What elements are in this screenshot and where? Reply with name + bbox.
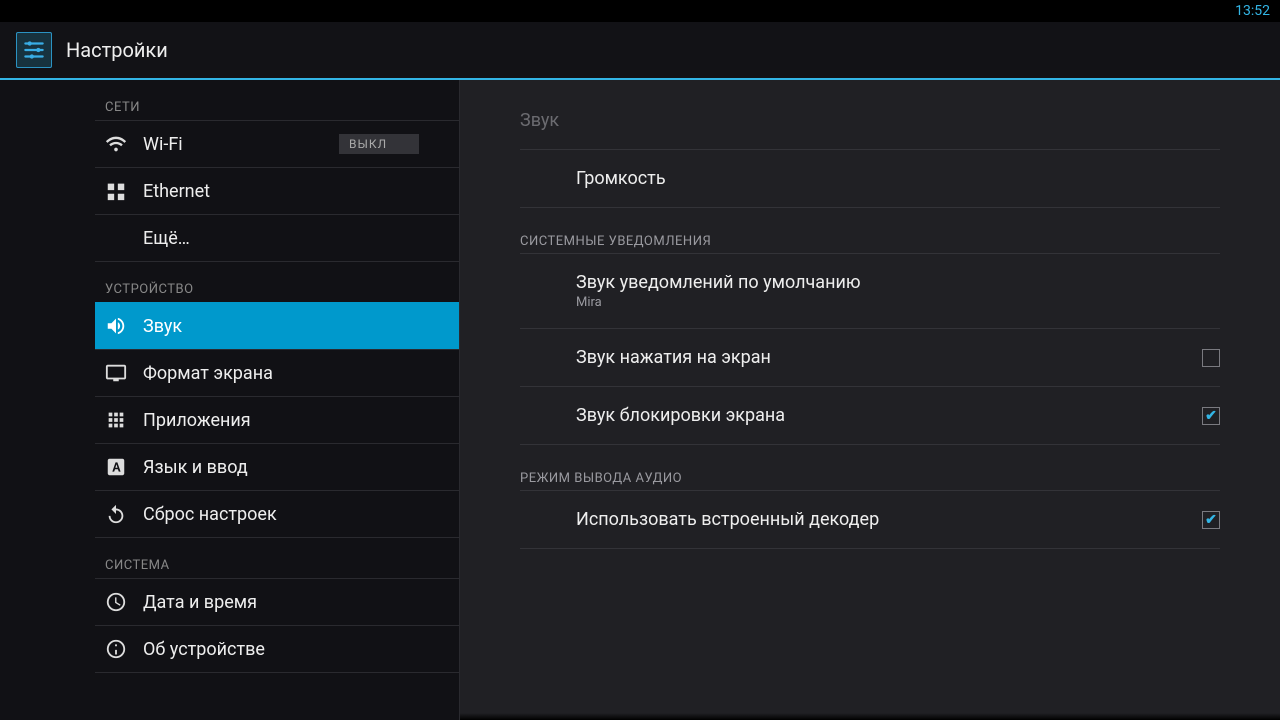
sidebar-item-label: Формат экрана: [143, 363, 459, 384]
row-notification-sound[interactable]: Звук уведомлений по умолчанию Mira: [520, 254, 1220, 329]
sidebar-item-about[interactable]: Об устройстве: [95, 625, 459, 673]
sidebar-item-wifi[interactable]: Wi-Fi ВЫКЛ: [95, 120, 459, 168]
row-builtin-decoder[interactable]: Использовать встроенный декодер: [520, 491, 1220, 549]
sidebar-item-label: Дата и время: [143, 592, 459, 613]
sidebar-item-reset[interactable]: Сброс настроек: [95, 490, 459, 538]
sidebar-item-label: Приложения: [143, 410, 459, 431]
sidebar-item-label: Ethernet: [143, 181, 459, 202]
apps-icon: [105, 409, 127, 431]
clock-icon: [105, 591, 127, 613]
info-icon: [105, 638, 127, 660]
clock: 13:52: [1235, 3, 1270, 19]
sidebar-category-networks: СЕТИ: [95, 80, 459, 121]
sidebar-item-label: Язык и ввод: [143, 457, 459, 478]
section-audio-output: РЕЖИМ ВЫВОДА АУДИО: [520, 445, 1220, 491]
sidebar-item-label: Об устройстве: [143, 639, 459, 660]
row-label: Звук блокировки экрана: [576, 405, 1202, 426]
checkbox-lock-sounds[interactable]: [1202, 407, 1220, 425]
content-title: Звук: [520, 110, 1220, 150]
row-sublabel: Mira: [576, 295, 1220, 310]
sidebar-item-more[interactable]: Ещё…: [95, 214, 459, 262]
status-bar: 13:52: [0, 0, 1280, 22]
sidebar: СЕТИ Wi-Fi ВЫКЛ Ethernet Ещё… УСТРОЙСТВО: [0, 80, 460, 720]
sidebar-item-label: Сброс настроек: [143, 504, 459, 525]
ethernet-icon: [105, 180, 127, 202]
checkbox-touch-sounds[interactable]: [1202, 349, 1220, 367]
language-icon: [105, 456, 127, 478]
settings-icon: [16, 32, 52, 68]
wifi-icon: [105, 133, 127, 155]
reset-icon: [105, 503, 127, 525]
row-label: Громкость: [576, 168, 1220, 189]
row-label: Звук уведомлений по умолчанию: [576, 272, 1220, 293]
sidebar-item-label: Звук: [143, 316, 459, 337]
sidebar-item-sound[interactable]: Звук: [95, 302, 459, 350]
wifi-toggle-off[interactable]: ВЫКЛ: [339, 134, 419, 154]
sidebar-category-system: СИСТЕМА: [95, 538, 459, 579]
row-touch-sounds[interactable]: Звук нажатия на экран: [520, 329, 1220, 387]
sidebar-item-apps[interactable]: Приложения: [95, 396, 459, 444]
sidebar-category-device: УСТРОЙСТВО: [95, 262, 459, 303]
row-label: Звук нажатия на экран: [576, 347, 1202, 368]
sidebar-item-display[interactable]: Формат экрана: [95, 349, 459, 397]
section-notifications: СИСТЕМНЫЕ УВЕДОМЛЕНИЯ: [520, 208, 1220, 254]
action-bar: Настройки: [0, 22, 1280, 78]
sidebar-item-ethernet[interactable]: Ethernet: [95, 167, 459, 215]
sidebar-item-datetime[interactable]: Дата и время: [95, 578, 459, 626]
checkbox-builtin-decoder[interactable]: [1202, 511, 1220, 529]
sidebar-item-label: Wi-Fi: [143, 134, 323, 155]
sidebar-item-language[interactable]: Язык и ввод: [95, 443, 459, 491]
sound-icon: [105, 315, 127, 337]
main-split: СЕТИ Wi-Fi ВЫКЛ Ethernet Ещё… УСТРОЙСТВО: [0, 80, 1280, 720]
row-volume[interactable]: Громкость: [520, 150, 1220, 208]
content-pane: Звук Громкость СИСТЕМНЫЕ УВЕДОМЛЕНИЯ Зву…: [460, 80, 1280, 720]
display-icon: [105, 362, 127, 384]
page-title: Настройки: [66, 38, 168, 62]
row-label: Использовать встроенный декодер: [576, 509, 1202, 530]
row-lock-sounds[interactable]: Звук блокировки экрана: [520, 387, 1220, 445]
sidebar-item-label: Ещё…: [143, 228, 459, 249]
